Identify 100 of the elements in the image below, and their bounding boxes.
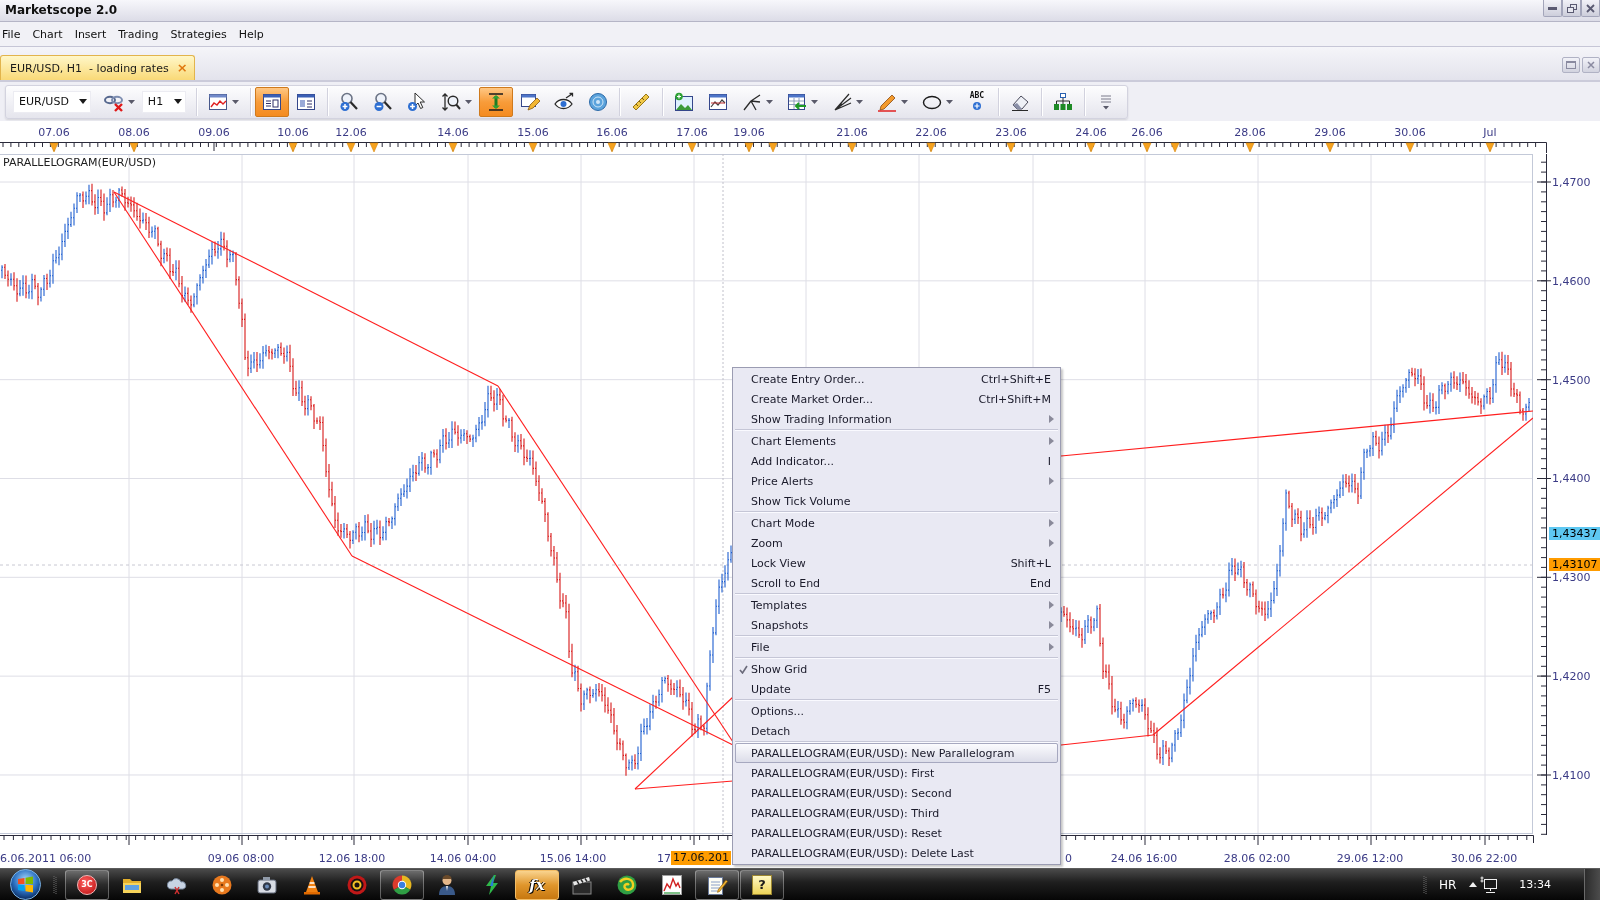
chart-icon: [661, 873, 683, 896]
time-axis-label: 24.06: [1075, 126, 1107, 139]
eye-icon: [553, 91, 574, 112]
menu-bar-item[interactable]: Trading: [118, 25, 159, 43]
window-pencil-icon: [519, 91, 540, 112]
price-axis-label: 1,4200: [1552, 671, 1591, 682]
show-desktop-button[interactable]: [1584, 869, 1600, 900]
app-logo-icon: 3C: [77, 874, 97, 895]
taskbar-button[interactable]: 3C: [65, 869, 109, 900]
line-chart-icon: [207, 91, 228, 112]
language-indicator[interactable]: HR: [1438, 877, 1457, 892]
time-axis-label: 30.06 22:00: [1450, 852, 1518, 865]
menu-item[interactable]: PARALLELOGRAM(EUR/USD): Reset: [735, 823, 1058, 843]
time-axis-label: 12.06: [335, 126, 367, 139]
window-title: Marketscope 2.0: [4, 2, 118, 19]
restore-button[interactable]: [1562, 57, 1580, 73]
cursor-time-tag: 17.06.201: [671, 851, 731, 865]
price-axis-label: 1,4100: [1552, 770, 1591, 781]
time-axis-label: 07.06: [38, 126, 70, 139]
time-axis-label: 09.06: [198, 126, 230, 139]
taskbar-button[interactable]: [695, 869, 739, 900]
network-icon: [1480, 876, 1498, 893]
close-button[interactable]: [1581, 0, 1600, 17]
menu-item[interactable]: PARALLELOGRAM(EUR/USD): Third: [735, 803, 1058, 823]
document-tab[interactable]: EUR/USD, H1 - loading rates ×: [0, 55, 195, 80]
flag-orb-icon: [9, 869, 41, 900]
timeframe-dropdown[interactable]: H1: [141, 90, 186, 113]
time-axis-label: 21.06: [836, 126, 868, 139]
time-axis-label: Jul: [1483, 126, 1497, 139]
caret-down-icon: [78, 99, 87, 104]
time-axis-label: 17.06: [676, 126, 708, 139]
time-axis-label: 12.06 18:00: [318, 852, 386, 865]
close-button[interactable]: [1582, 57, 1600, 73]
menu-bar-item[interactable]: Insert: [74, 25, 107, 43]
restore-icon: [1566, 3, 1577, 13]
time-axis-label: 28.06 02:00: [1223, 852, 1291, 865]
formula-icon: fx: [529, 875, 545, 894]
menu-bar-item[interactable]: File: [2, 25, 21, 43]
ruler-icon: [630, 91, 651, 112]
time-axis-label: 17: [657, 852, 671, 865]
minimize-button[interactable]: [1543, 0, 1562, 17]
menu-bar-item[interactable]: Help: [238, 25, 264, 43]
price-tag: 1,43437: [1549, 527, 1600, 540]
price-axis-label: 1,4500: [1552, 375, 1591, 386]
price-tag: 1,43107: [1549, 558, 1600, 571]
taskbar-button[interactable]: [380, 869, 424, 900]
pointer-plus-icon: [406, 91, 427, 112]
time-axis-label: 09.06 08:00: [207, 852, 275, 865]
grip-icon: [53, 874, 57, 895]
price-axis-label: 1,4600: [1552, 276, 1591, 287]
price-axis-label: 1,4300: [1552, 572, 1591, 583]
tricolor-ball-icon: [391, 873, 413, 896]
time-axis-label: 23.06: [995, 126, 1027, 139]
restore-button[interactable]: [1562, 0, 1581, 17]
taskbar-button[interactable]: ?: [740, 869, 784, 900]
hierarchy-icon: [1052, 91, 1073, 112]
film-reel-icon: [211, 873, 233, 896]
time-axis-label: 08.06: [118, 126, 150, 139]
close-icon: [1587, 61, 1595, 69]
price-axis-label: 1,4400: [1552, 473, 1591, 484]
triangle-up-icon: [1469, 882, 1478, 887]
toolbar-button[interactable]: [478, 86, 513, 117]
price-axis-label: 1,4700: [1552, 177, 1591, 188]
minimize-icon: [1548, 6, 1557, 10]
help-note-icon: ?: [752, 874, 772, 895]
time-axis-label: 14.06 04:00: [429, 852, 497, 865]
time-axis-label: 16.06: [596, 126, 628, 139]
menu-bar-item[interactable]: Chart: [32, 25, 63, 43]
time-axis-label: 30.06: [1394, 126, 1426, 139]
time-axis-label: 6.06.2011 06:00: [0, 852, 92, 865]
window-icon: [1566, 61, 1576, 69]
picture-icon: [673, 91, 694, 112]
time-axis-label: 10.06: [277, 126, 309, 139]
start-button[interactable]: [9, 869, 41, 900]
round-emblem-icon: [346, 873, 368, 896]
plus-icon: [971, 101, 982, 111]
zoom-in-icon: [338, 91, 359, 112]
time-axis-label: 29.06: [1314, 126, 1346, 139]
close-icon: [1586, 3, 1595, 13]
time-axis-label: 24.06 16:00: [1110, 852, 1178, 865]
time-axis-label: 26.06: [1131, 126, 1163, 139]
toolbar-button[interactable]: [254, 86, 289, 117]
time-axis-label: 29.06 12:00: [1336, 852, 1404, 865]
zoom-out-icon: [372, 91, 393, 112]
menu-bar-item[interactable]: Strategies: [170, 25, 227, 43]
time-axis-label: 14.06: [437, 126, 469, 139]
person-icon: [436, 873, 458, 896]
toolbar-button[interactable]: ABC: [959, 86, 994, 117]
time-axis-label: 28.06: [1234, 126, 1266, 139]
window-chart-icon: [707, 91, 728, 112]
window-list-icon: [295, 91, 316, 112]
grip-icon: [1422, 874, 1427, 895]
time-axis-label: 19.06: [733, 126, 765, 139]
time-axis-label: 15.06 14:00: [539, 852, 607, 865]
time-axis-label: 22.06: [915, 126, 947, 139]
menu-item[interactable]: PARALLELOGRAM(EUR/USD): Delete Last: [735, 843, 1058, 863]
menu-item[interactable]: PARALLELOGRAM(EUR/USD): Second: [735, 783, 1058, 803]
indicator-label: PARALLELOGRAM(EUR/USD): [3, 156, 156, 169]
symbol-dropdown[interactable]: EUR/USD: [13, 90, 91, 113]
globe-icon: [587, 91, 608, 112]
